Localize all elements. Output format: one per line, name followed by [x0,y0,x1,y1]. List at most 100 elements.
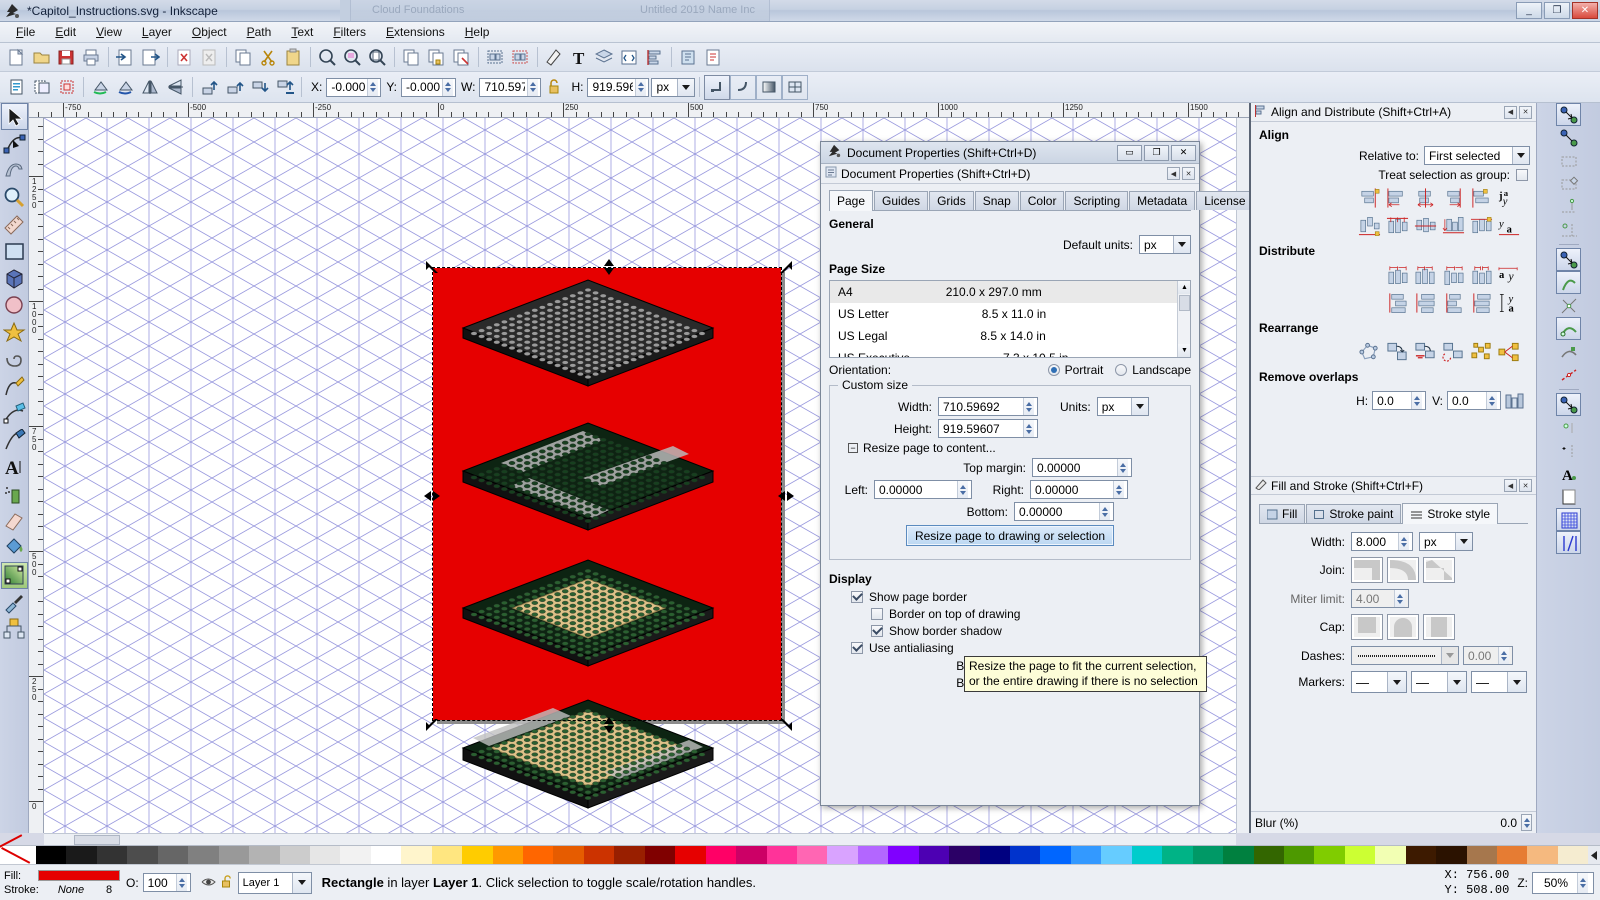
chevron-down-icon[interactable] [291,872,311,893]
menu-path[interactable]: Path [237,23,282,41]
snap-page-border-icon[interactable] [1556,485,1581,508]
zoom-selection-icon[interactable] [315,45,340,70]
distribute-bottom-edges-icon[interactable] [1441,290,1466,315]
round-join-button[interactable] [1387,557,1419,583]
snap-nodes-paths-icon[interactable] [1556,248,1581,271]
align-horizontal-centers-icon[interactable] [1413,185,1438,210]
align-text-anchors-horizontal-icon[interactable]: jay [1497,185,1522,210]
text-tool[interactable]: A [1,454,28,481]
snap-text-baselines-icon[interactable]: A [1556,462,1581,485]
custom-width-spinner[interactable] [1023,398,1034,415]
tab-grids[interactable]: Grids [929,191,974,210]
clone-icon[interactable] [424,45,449,70]
left-margin-spinner[interactable] [957,481,968,498]
bottom-margin-input[interactable] [1014,502,1114,521]
tab-guides[interactable]: Guides [874,191,929,210]
show-border-shadow-checkbox[interactable] [871,625,883,637]
palette-swatch[interactable] [827,846,858,865]
resize-page-button[interactable]: Resize page to drawing or selection [905,525,1115,546]
menu-extensions[interactable]: Extensions [376,23,455,41]
palette-swatch[interactable] [1101,846,1132,865]
tab-color[interactable]: Color [1019,191,1065,210]
palette-swatch[interactable] [1253,846,1284,865]
maximize-button[interactable]: ❐ [1544,2,1570,19]
treat-as-group-checkbox[interactable] [1516,169,1528,181]
opacity-spinner[interactable] [175,874,187,891]
palette-swatch[interactable] [705,846,737,865]
page-size-list[interactable]: ▲ ▼ A4 210.0 x 297.0 mm US Letter 8.5 x 11.… [829,280,1191,358]
palette-swatch[interactable] [279,846,310,865]
distribute-vertical-centers-icon[interactable] [1413,290,1438,315]
overlap-v-input[interactable] [1447,391,1501,410]
x-spinner[interactable] [367,78,379,96]
chevron-down-icon[interactable] [1507,672,1526,692]
fill-and-stroke-icon[interactable] [542,45,567,70]
distribute-horizontal-centers-icon[interactable] [1413,262,1438,287]
palette-swatch[interactable] [736,846,767,865]
palette-swatch[interactable] [857,846,889,865]
xml-editor-icon[interactable] [617,45,642,70]
palette-swatch[interactable] [218,846,250,865]
exchange-positions-icon[interactable] [1385,339,1410,364]
page-size-row[interactable]: US Letter 8.5 x 11.0 in [830,303,1190,325]
tab-scripting[interactable]: Scripting [1065,191,1129,210]
left-margin-input[interactable] [874,480,972,499]
snap-bbox-centers-icon[interactable] [1556,218,1581,241]
tab-license[interactable]: License [1196,191,1254,210]
distribute-text-baselines-vertical-icon[interactable]: ya [1497,290,1522,315]
paint-bucket-tool[interactable] [1,535,28,562]
overlap-h-spinner[interactable] [1411,392,1423,409]
align-top-to-bottom-anchor-icon[interactable] [1469,213,1494,238]
dash-offset-spinner[interactable] [1498,647,1509,664]
chevron-down-icon[interactable] [1130,398,1148,415]
pencil-tool[interactable] [1,373,28,400]
star-tool[interactable] [1,319,28,346]
gradient-tool[interactable] [0,562,28,589]
palette-swatch[interactable] [188,846,219,865]
paste-icon[interactable] [281,45,306,70]
distribute-top-edges-icon[interactable] [1385,290,1410,315]
scroll-down-icon[interactable]: ▼ [1178,344,1190,357]
tab-metadata[interactable]: Metadata [1129,191,1196,210]
page-size-list-scrollbar[interactable]: ▲ ▼ [1177,281,1190,357]
dropper-tool[interactable] [1,589,28,616]
palette-swatch[interactable] [583,846,615,865]
align-left-edges-icon[interactable] [1385,185,1410,210]
palette-swatch[interactable] [1527,846,1558,865]
bevel-join-button[interactable] [1423,557,1455,583]
dialog-minimize-button[interactable]: ▭ [1117,144,1142,161]
group-icon[interactable] [483,45,508,70]
snap-bbox-edge-midpoints-icon[interactable] [1556,195,1581,218]
exchange-positions-clockwise-icon[interactable] [1441,339,1466,364]
raise-to-top-icon[interactable] [197,75,222,100]
tab-snap[interactable]: Snap [974,191,1019,210]
lock-aspect-ratio-icon[interactable] [541,75,566,100]
fill-color-swatch[interactable] [38,870,120,881]
palette-swatch[interactable] [675,846,706,865]
custom-height-spinner[interactable] [1023,420,1034,437]
zoom-input[interactable] [1532,871,1594,894]
miter-limit-input[interactable] [1351,589,1409,608]
document-properties-dialog[interactable]: Document Properties (Shift+Ctrl+D) ▭ ❐ ✕… [820,141,1254,806]
selector-tool[interactable] [0,103,28,130]
chevron-down-icon[interactable] [677,78,695,96]
marker-mid-combo[interactable]: — [1411,671,1467,693]
resize-expander-toggle[interactable]: − [848,443,858,453]
snap-midpoints-line-segments-icon[interactable] [1556,363,1581,386]
copy-icon[interactable] [231,45,256,70]
snap-smooth-nodes-icon[interactable] [1556,340,1581,363]
palette-swatch[interactable] [492,846,523,865]
menu-edit[interactable]: Edit [45,23,86,41]
select-all-icon[interactable] [4,75,29,100]
round-cap-button[interactable] [1387,614,1419,640]
raise-icon[interactable] [222,75,247,100]
palette-swatch[interactable] [36,846,67,865]
palette-swatch[interactable] [979,846,1010,865]
snap-bbox-edges-icon[interactable] [1556,149,1581,172]
miter-join-button[interactable] [1351,557,1383,583]
tab-fill[interactable]: Fill [1259,504,1306,523]
calligraphy-tool[interactable] [1,427,28,454]
palette-swatch[interactable] [127,846,158,865]
align-right-edge-to-left-anchor-icon[interactable] [1357,185,1382,210]
menu-view[interactable]: View [86,23,132,41]
